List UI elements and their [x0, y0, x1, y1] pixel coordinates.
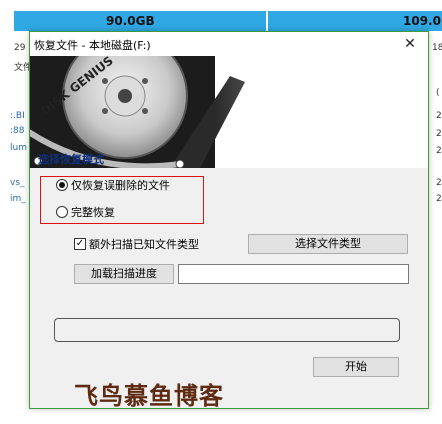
bg-fragment: im_ [10, 194, 26, 204]
bg-fragment: 2 [436, 111, 442, 121]
bg-fragment: :.BI [10, 111, 25, 121]
load-scan-progress-button[interactable]: 加载扫描进度 [74, 264, 174, 284]
bg-fragment: 2 [436, 178, 442, 188]
radio-button[interactable] [56, 206, 68, 218]
start-button[interactable]: 开始 [313, 357, 399, 377]
close-button[interactable]: ✕ [400, 34, 420, 54]
dialog-titlebar[interactable]: 恢复文件 - 本地磁盘(F:) ✕ [30, 32, 428, 56]
extra-scan-checkbox[interactable]: ✓ [74, 238, 86, 250]
disk-size-label-left: 90.0GB [106, 14, 155, 28]
radio-full-recovery[interactable]: 完整恢复 [56, 204, 115, 220]
bg-fragment: 18 [432, 43, 442, 53]
recovery-progress-bar [54, 318, 400, 342]
disk-size-label-right: 109.0 [403, 14, 441, 28]
bg-fragment: 2 [436, 146, 442, 156]
radio-button-selected[interactable] [56, 179, 68, 191]
extra-scan-label: 额外扫描已知文件类型 [89, 238, 199, 251]
select-file-types-button[interactable]: 选择文件类型 [248, 234, 408, 254]
radio-deleted-only[interactable]: 仅恢复误删除的文件 [56, 177, 170, 193]
recovery-mode-heading: 选择恢复模式 [38, 153, 104, 166]
radio-full-recovery-label: 完整恢复 [71, 206, 115, 219]
scan-progress-path-field[interactable] [178, 264, 409, 284]
bg-fragment: vs_ [10, 178, 25, 188]
bg-fragment: ( [436, 88, 440, 98]
radio-dot [59, 182, 65, 188]
dialog-title: 恢复文件 - 本地磁盘(F:) [34, 39, 151, 52]
radio-deleted-only-label: 仅恢复误删除的文件 [71, 179, 170, 192]
bg-fragment: 29 [14, 43, 26, 53]
bg-fragment: 2 [436, 129, 442, 139]
bg-fragment: :88 [10, 126, 25, 136]
bg-fragment: lum [10, 143, 27, 153]
blog-watermark: 飞鸟慕鱼博客 [74, 382, 224, 410]
bg-fragment: 2 [436, 194, 442, 204]
recover-files-dialog: 恢复文件 - 本地磁盘(F:) ✕ DISK GENIUS 选择恢复模式 仅恢复… [29, 31, 429, 410]
extra-scan-checkbox-row[interactable]: ✓ 额外扫描已知文件类型 [74, 236, 199, 252]
